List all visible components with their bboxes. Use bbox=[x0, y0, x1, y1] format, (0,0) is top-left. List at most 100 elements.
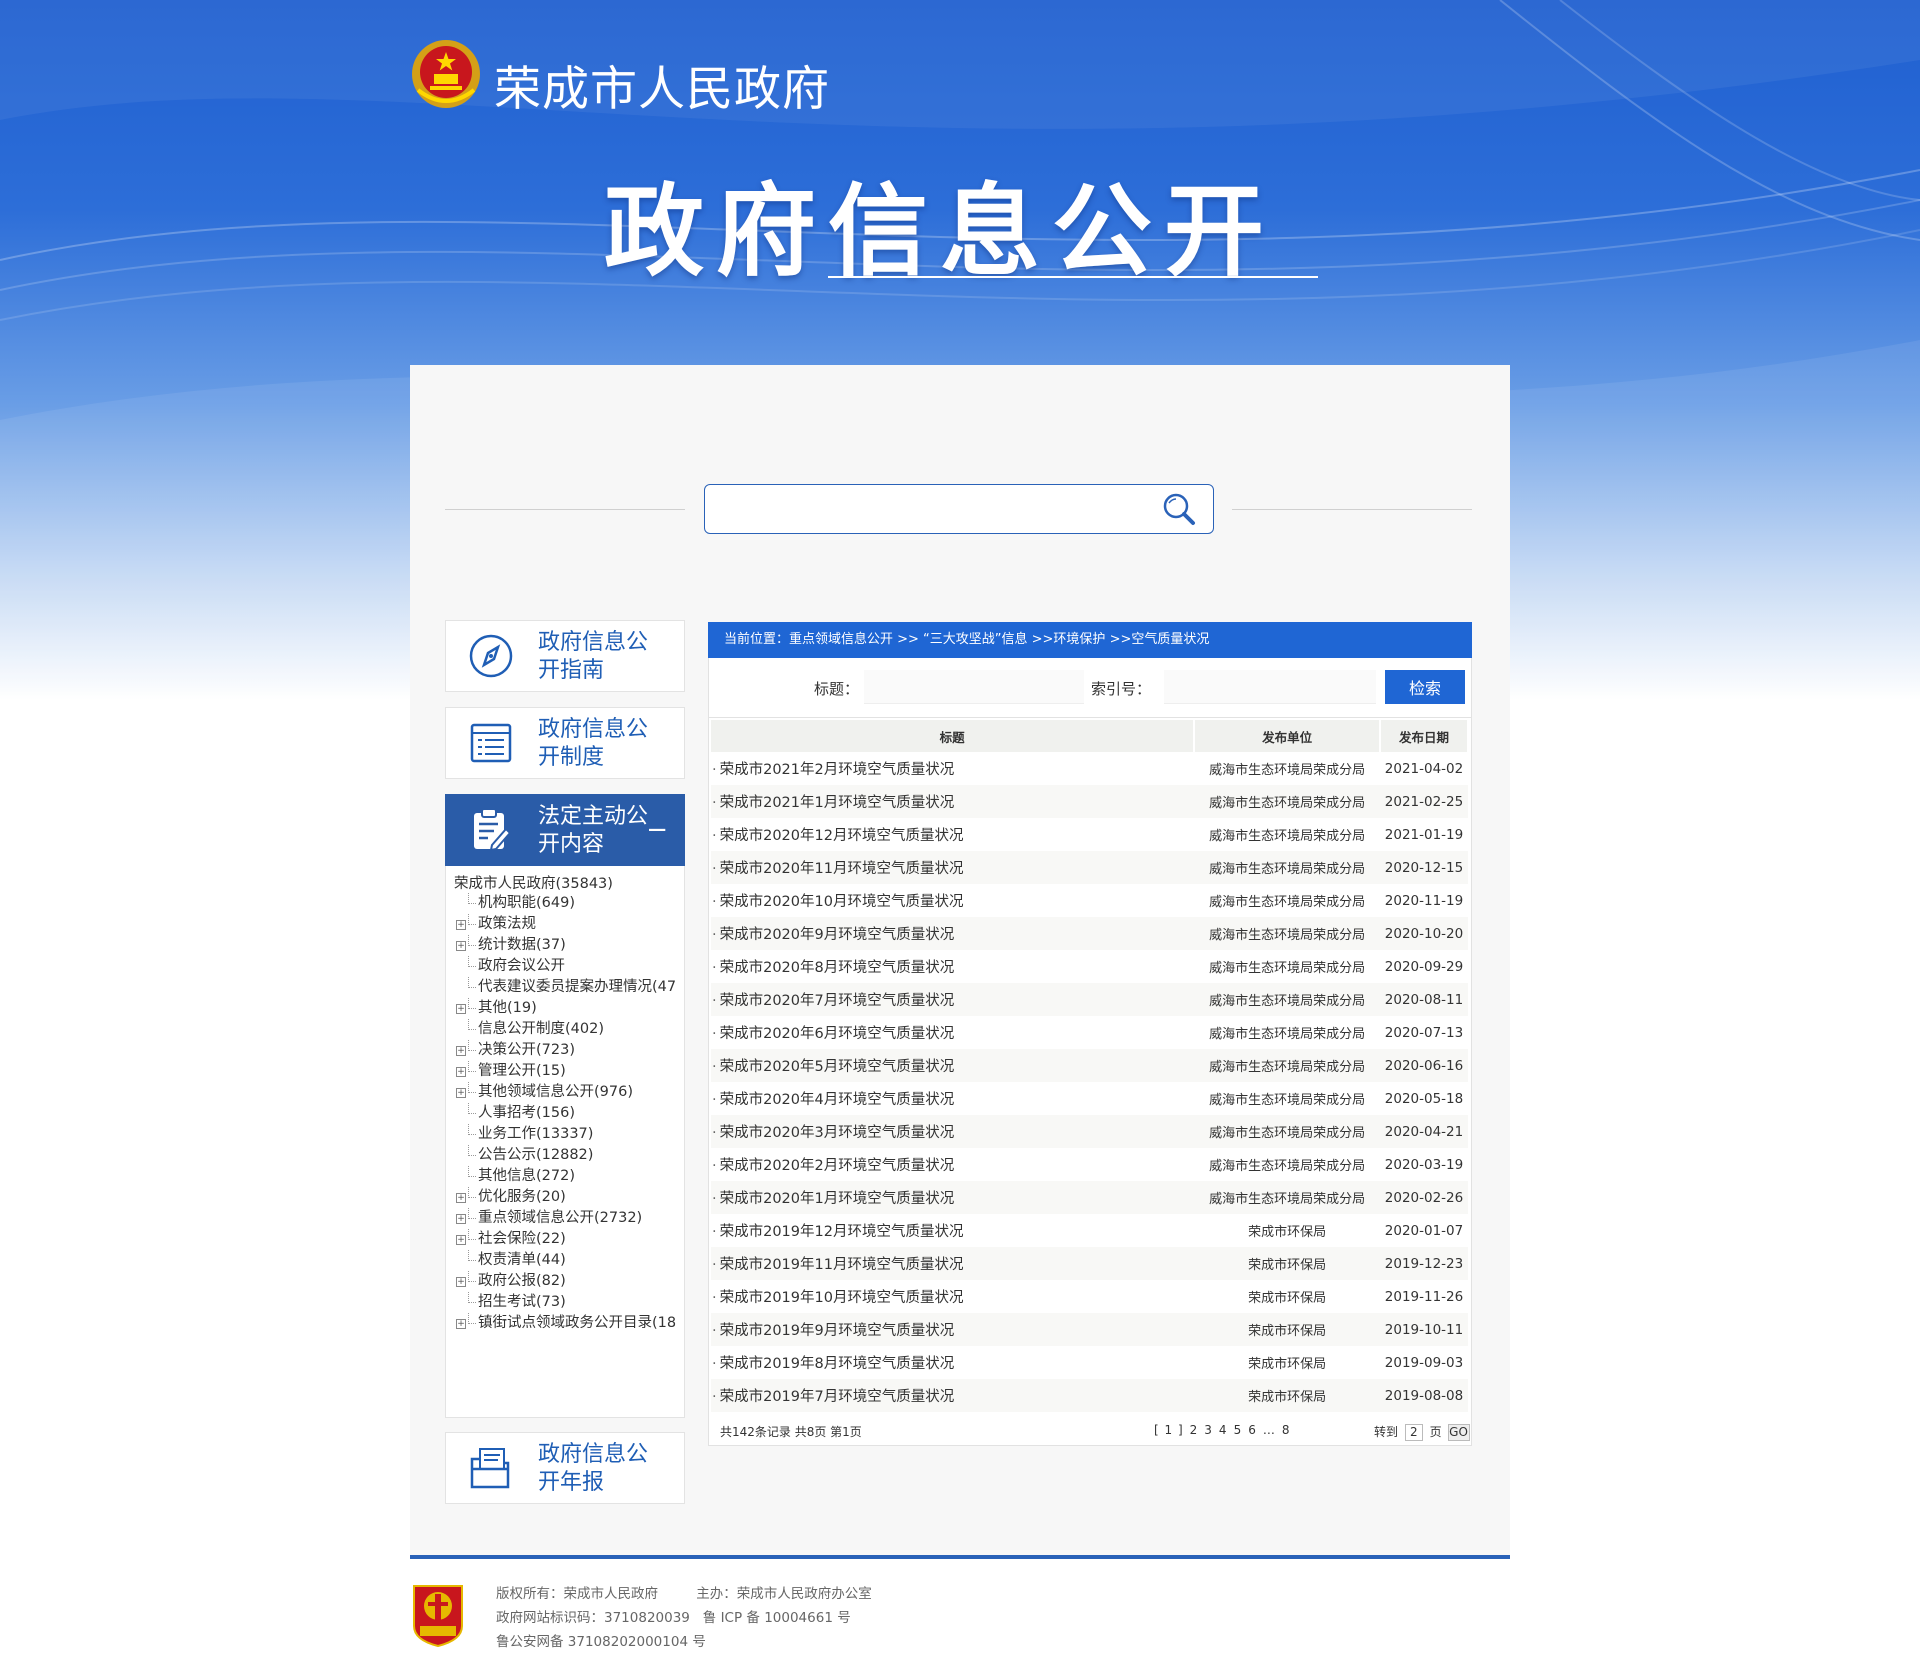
row-title-link[interactable]: 荣成市2019年7月环境空气质量状况 bbox=[711, 1379, 1195, 1412]
footer-info: 版权所有：荣成市人民政府 主办：荣成市人民政府办公室 政府网站标识码：37108… bbox=[496, 1582, 872, 1654]
results-table-wrap: 标题 发布单位 发布日期 荣成市2021年2月环境空气质量状况威海市生态环境局荣… bbox=[708, 718, 1472, 1446]
row-title-link[interactable]: 荣成市2019年9月环境空气质量状况 bbox=[711, 1313, 1195, 1346]
table-row: 荣成市2020年5月环境空气质量状况威海市生态环境局荣成分局2020-06-16 bbox=[711, 1049, 1468, 1082]
row-title-link[interactable]: 荣成市2019年8月环境空气质量状况 bbox=[711, 1346, 1194, 1379]
expand-plus-icon[interactable]: + bbox=[456, 1193, 466, 1203]
row-publisher: 荣成市环保局 bbox=[1248, 1357, 1327, 1372]
title-filter-input[interactable] bbox=[864, 670, 1084, 704]
tree-item[interactable]: + 政府公报(82) bbox=[454, 1271, 684, 1292]
tree-item-label: 其他(19) bbox=[478, 1000, 537, 1016]
expand-plus-icon[interactable]: + bbox=[456, 1004, 466, 1014]
collapse-icon[interactable]: − bbox=[646, 815, 668, 845]
row-title-link[interactable]: 荣成市2019年12月环境空气质量状况 bbox=[711, 1214, 1194, 1247]
tree-item[interactable]: + 政策法规 bbox=[454, 914, 684, 935]
expand-plus-icon[interactable]: + bbox=[456, 920, 466, 930]
tree-item-label: 镇街试点领域政务公开目录(18 bbox=[478, 1315, 677, 1331]
search-button[interactable]: 检索 bbox=[1385, 670, 1465, 704]
site-name[interactable]: 荣成市人民政府 bbox=[494, 50, 830, 119]
table-row: 荣成市2019年8月环境空气质量状况 荣成市环保局 2019-09-03 bbox=[711, 1346, 1468, 1379]
row-title-link[interactable]: 荣成市2019年11月环境空气质量状况 bbox=[711, 1247, 1195, 1280]
tree-item[interactable]: + 统计数据(37) bbox=[454, 935, 684, 956]
tree-branch-line bbox=[468, 1313, 476, 1324]
tree-branch-line bbox=[468, 914, 476, 925]
tree-item[interactable]: 公告公示(12882) bbox=[454, 1145, 684, 1166]
row-title-link[interactable]: 荣成市2019年10月环境空气质量状况 bbox=[711, 1280, 1194, 1313]
tree-item[interactable]: + 其他(19) bbox=[454, 998, 684, 1019]
footer-icp-link[interactable]: 鲁 ICP 备 10004661 号 bbox=[703, 1610, 851, 1626]
tree-item[interactable]: + 优化服务(20) bbox=[454, 1187, 684, 1208]
page-link[interactable]: 4 bbox=[1219, 1423, 1228, 1437]
tree-item[interactable]: 其他信息(272) bbox=[454, 1166, 684, 1187]
row-publisher: 威海市生态环境局荣成分局 bbox=[1209, 1159, 1366, 1174]
tree-item[interactable]: + 决策公开(723) bbox=[454, 1040, 684, 1061]
tree-item[interactable]: 机构职能(649) bbox=[454, 893, 684, 914]
row-title-link[interactable]: 荣成市2020年11月环境空气质量状况 bbox=[711, 851, 1195, 884]
nav-statutory-content[interactable]: 法定主动公开内容 − bbox=[445, 794, 685, 866]
expand-plus-icon[interactable]: + bbox=[456, 1067, 466, 1077]
expand-plus-icon[interactable]: + bbox=[456, 1319, 466, 1329]
row-title-link[interactable]: 荣成市2021年2月环境空气质量状况 bbox=[711, 752, 1194, 785]
table-row: 荣成市2021年1月环境空气质量状况威海市生态环境局荣成分局2021-02-25 bbox=[711, 785, 1468, 818]
go-button[interactable]: GO bbox=[1447, 1424, 1470, 1441]
footer-police-record-link[interactable]: 鲁公安网备 37108202000104 号 bbox=[496, 1634, 706, 1650]
page-link[interactable]: 8 bbox=[1282, 1423, 1291, 1437]
footer-copyright: 版权所有：荣成市人民政府 bbox=[496, 1586, 658, 1602]
expand-plus-icon[interactable]: + bbox=[456, 1046, 466, 1056]
tree-item-label: 招生考试(73) bbox=[478, 1294, 566, 1310]
col-date-header: 发布日期 bbox=[1380, 720, 1469, 752]
tree-item[interactable]: + 管理公开(15) bbox=[454, 1061, 684, 1082]
tree-item[interactable]: + 其他领域信息公开(976) bbox=[454, 1082, 684, 1103]
page-link[interactable]: 5 bbox=[1234, 1423, 1243, 1437]
tree-item[interactable]: + 重点领域信息公开(2732) bbox=[454, 1208, 684, 1229]
expand-plus-icon[interactable]: + bbox=[456, 1088, 466, 1098]
expand-plus-icon[interactable]: + bbox=[456, 1277, 466, 1287]
page-link[interactable]: … bbox=[1263, 1423, 1276, 1437]
tree-item-label: 管理公开(15) bbox=[478, 1063, 566, 1079]
tree-branch-line bbox=[468, 1166, 476, 1177]
table-row: 荣成市2020年3月环境空气质量状况威海市生态环境局荣成分局2020-04-21 bbox=[711, 1115, 1468, 1148]
row-date: 2020-07-13 bbox=[1384, 1024, 1464, 1041]
expand-plus-icon[interactable]: + bbox=[456, 1235, 466, 1245]
tree-item[interactable]: 业务工作(13337) bbox=[454, 1124, 684, 1145]
row-title-link[interactable]: 荣成市2020年7月环境空气质量状况 bbox=[711, 983, 1195, 1016]
row-title-link[interactable]: 荣成市2020年5月环境空气质量状况 bbox=[711, 1049, 1195, 1082]
page-link[interactable]: [ 1 ] bbox=[1154, 1423, 1184, 1437]
page-link[interactable]: 6 bbox=[1248, 1423, 1257, 1437]
index-filter-input[interactable] bbox=[1164, 670, 1376, 704]
row-title-link[interactable]: 荣成市2020年4月环境空气质量状况 bbox=[711, 1082, 1194, 1115]
page-link[interactable]: 2 bbox=[1190, 1423, 1199, 1437]
tree-item[interactable]: 代表建议委员提案办理情况(47 bbox=[454, 977, 684, 998]
tree-item[interactable]: 人事招考(156) bbox=[454, 1103, 684, 1124]
expand-plus-icon[interactable]: + bbox=[456, 1214, 466, 1224]
tree-item[interactable]: 信息公开制度(402) bbox=[454, 1019, 684, 1040]
row-title-link[interactable]: 荣成市2020年6月环境空气质量状况 bbox=[711, 1016, 1194, 1049]
row-title-link[interactable]: 荣成市2020年8月环境空气质量状况 bbox=[711, 950, 1194, 983]
tree-item-label: 权责清单(44) bbox=[478, 1252, 566, 1268]
goto-page-input[interactable]: 2 bbox=[1404, 1424, 1423, 1441]
list-document-icon bbox=[470, 723, 512, 763]
tree-item[interactable]: + 社会保险(22) bbox=[454, 1229, 684, 1250]
row-publisher: 威海市生态环境局荣成分局 bbox=[1209, 895, 1366, 910]
tree-item-label: 人事招考(156) bbox=[478, 1105, 575, 1121]
nav-annual-report[interactable]: 政府信息公开年报 bbox=[445, 1432, 685, 1504]
search-input[interactable] bbox=[715, 493, 1145, 525]
row-title-link[interactable]: 荣成市2020年2月环境空气质量状况 bbox=[711, 1148, 1194, 1181]
row-title-link[interactable]: 荣成市2020年9月环境空气质量状况 bbox=[711, 917, 1195, 950]
row-title-link[interactable]: 荣成市2020年12月环境空气质量状况 bbox=[711, 818, 1194, 851]
row-title-link[interactable]: 荣成市2020年1月环境空气质量状况 bbox=[711, 1181, 1195, 1214]
party-gov-org-badge-icon[interactable] bbox=[410, 1582, 466, 1648]
row-title-link[interactable]: 荣成市2020年3月环境空气质量状况 bbox=[711, 1115, 1195, 1148]
tree-item[interactable]: 招生考试(73) bbox=[454, 1292, 684, 1313]
row-title-link[interactable]: 荣成市2021年1月环境空气质量状况 bbox=[711, 785, 1195, 818]
page-link[interactable]: 3 bbox=[1204, 1423, 1213, 1437]
tree-item[interactable]: 权责清单(44) bbox=[454, 1250, 684, 1271]
search-icon[interactable] bbox=[1159, 490, 1199, 530]
nav-guide[interactable]: 政府信息公开指南 bbox=[445, 620, 685, 692]
expand-plus-icon[interactable]: + bbox=[456, 941, 466, 951]
tree-branch-line bbox=[468, 1061, 476, 1072]
row-title-link[interactable]: 荣成市2020年10月环境空气质量状况 bbox=[711, 884, 1194, 917]
tree-item[interactable]: 政府会议公开 bbox=[454, 956, 684, 977]
tree-item[interactable]: + 镇街试点领域政务公开目录(18 bbox=[454, 1313, 684, 1334]
nav-system[interactable]: 政府信息公开制度 bbox=[445, 707, 685, 779]
tree-root[interactable]: 荣成市人民政府(35843) bbox=[454, 872, 613, 893]
